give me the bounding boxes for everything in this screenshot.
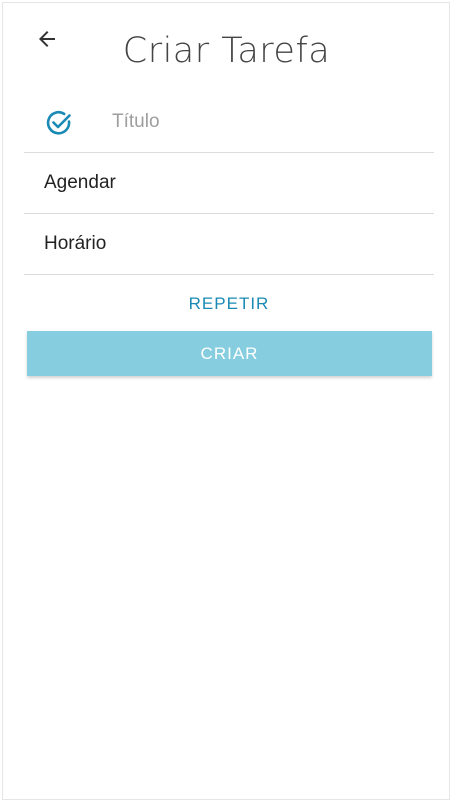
page-title: Criar Tarefa (122, 31, 331, 71)
time-field[interactable]: Horário (24, 214, 434, 275)
title-row (24, 92, 434, 153)
create-button[interactable]: CRIAR (27, 331, 432, 376)
repeat-button[interactable]: REPETIR (24, 287, 434, 321)
time-label: Horário (44, 233, 107, 254)
schedule-label: Agendar (44, 172, 116, 193)
title-input[interactable] (112, 107, 412, 137)
check-circle-icon (46, 110, 71, 135)
schedule-field[interactable]: Agendar (24, 153, 434, 214)
